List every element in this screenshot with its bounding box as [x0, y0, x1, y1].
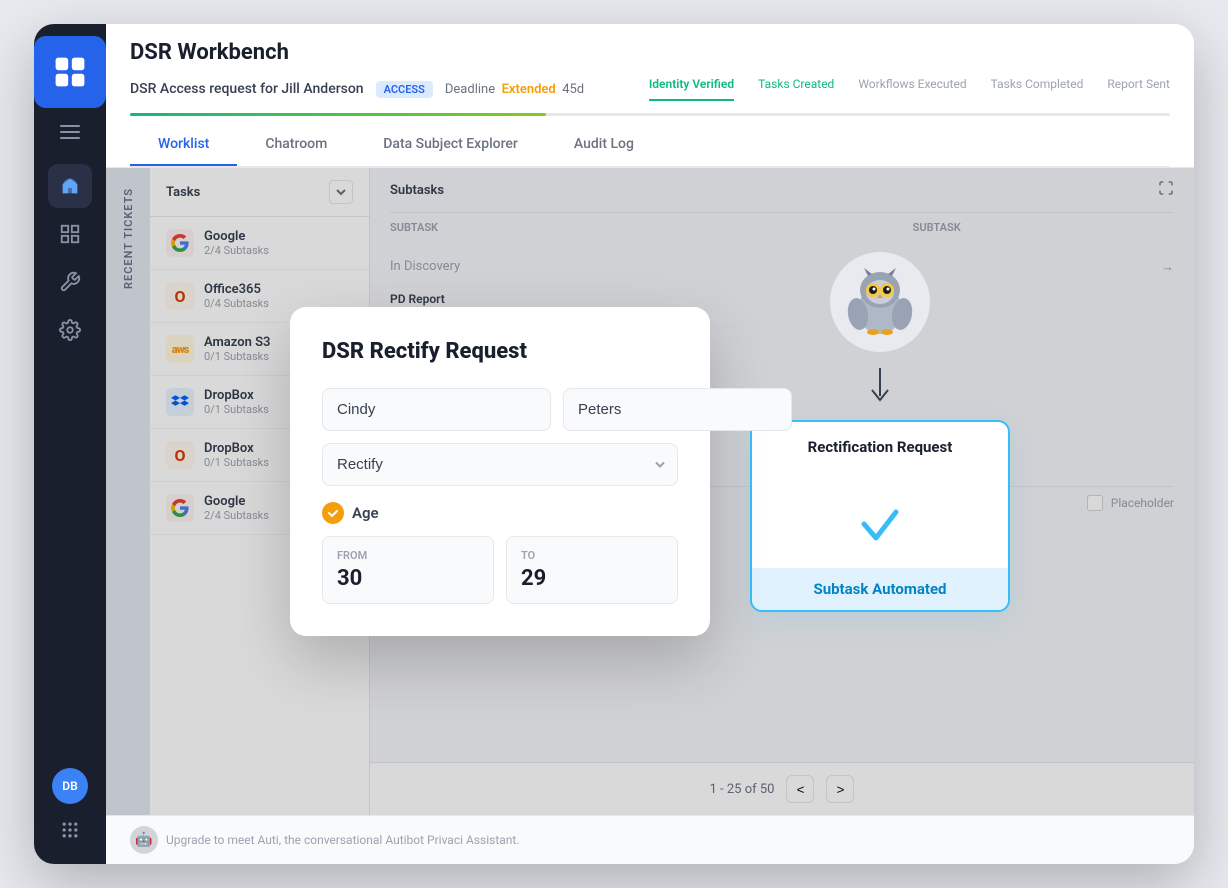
- page-body: Recent Tickets Tasks: [106, 168, 1194, 815]
- tab-data-subject[interactable]: Data Subject Explorer: [355, 124, 546, 166]
- to-value: 29: [521, 566, 663, 591]
- modal-title: DSR Rectify Request: [322, 339, 678, 364]
- request-title: DSR Access request for Jill Anderson: [130, 81, 364, 97]
- request-type-wrapper: Rectify: [322, 443, 678, 486]
- first-name-input[interactable]: [322, 388, 551, 431]
- sidebar-bottom: DB: [52, 768, 88, 864]
- from-value: 30: [337, 566, 479, 591]
- access-badge: ACCESS: [376, 81, 433, 98]
- check-badge-icon: [322, 502, 344, 524]
- tabs-row: Worklist Chatroom Data Subject Explorer …: [130, 124, 1170, 167]
- section-label: Age: [322, 502, 678, 524]
- rectification-check-area: [752, 472, 1008, 568]
- rectification-header: Rectification Request: [752, 422, 1008, 472]
- step-workflows: Workflows Executed: [858, 77, 966, 101]
- step-tasks: Tasks Created: [758, 77, 834, 101]
- upgrade-text: Upgrade to meet Auti, the conversational…: [166, 833, 520, 847]
- blue-check-icon: [852, 496, 908, 552]
- step-identity: Identity Verified: [649, 77, 734, 101]
- age-label: Age: [352, 504, 379, 522]
- dsr-modal: DSR Rectify Request Rectify: [290, 307, 710, 636]
- request-type-select[interactable]: Rectify: [322, 443, 678, 486]
- menu-toggle[interactable]: [54, 116, 86, 148]
- rectification-box: Rectification Request Subtask Automated: [750, 420, 1010, 612]
- name-row: [322, 388, 678, 431]
- modal-overlay: DSR Rectify Request Rectify: [106, 168, 1194, 815]
- step-completed: Tasks Completed: [991, 77, 1084, 101]
- down-arrow-icon: [868, 368, 892, 404]
- age-fields: FROM 30 To 29: [322, 536, 678, 604]
- owl-circle: [830, 252, 930, 352]
- tab-worklist[interactable]: Worklist: [130, 124, 237, 166]
- progress-bar: [130, 113, 1170, 116]
- progress-steps: Identity Verified Tasks Created Workflow…: [649, 77, 1170, 101]
- sidebar-item-settings[interactable]: [48, 308, 92, 352]
- logo[interactable]: [34, 36, 106, 108]
- from-field: FROM 30: [322, 536, 494, 604]
- upgrade-bar: 🤖 Upgrade to meet Auti, the conversation…: [106, 815, 1194, 864]
- sidebar-item-tools[interactable]: [48, 260, 92, 304]
- user-avatar[interactable]: DB: [52, 768, 88, 804]
- top-bar: DSR Workbench DSR Access request for Jil…: [106, 24, 1194, 168]
- tab-audit-log[interactable]: Audit Log: [546, 124, 662, 166]
- sidebar-item-home[interactable]: [48, 164, 92, 208]
- main-content: DSR Workbench DSR Access request for Jil…: [106, 24, 1194, 864]
- sidebar-item-dashboard[interactable]: [48, 212, 92, 256]
- from-label: FROM: [337, 549, 479, 562]
- page-title: DSR Workbench: [130, 40, 1170, 65]
- to-label: To: [521, 549, 663, 562]
- request-info: DSR Access request for Jill Anderson ACC…: [130, 77, 1170, 101]
- autibot-avatar: 🤖: [130, 826, 158, 854]
- progress-fill: [130, 113, 546, 116]
- step-report: Report Sent: [1107, 77, 1170, 101]
- down-arrow: [868, 368, 892, 404]
- owl-mascot: [830, 252, 930, 352]
- to-field: To 29: [506, 536, 678, 604]
- deadline-info: Deadline Extended 45d: [445, 82, 584, 97]
- right-panel: Rectification Request Subtask Automated: [750, 252, 1010, 612]
- deadline-extended: Extended: [502, 82, 556, 97]
- nav-icons: [34, 164, 106, 352]
- rectification-footer: Subtask Automated: [752, 568, 1008, 610]
- sidebar: DB: [34, 24, 106, 864]
- apps-grid-icon[interactable]: [52, 812, 88, 848]
- owl-icon: [840, 262, 920, 342]
- logo-icon: [52, 54, 88, 90]
- last-name-input[interactable]: [563, 388, 792, 431]
- tab-chatroom[interactable]: Chatroom: [237, 124, 355, 166]
